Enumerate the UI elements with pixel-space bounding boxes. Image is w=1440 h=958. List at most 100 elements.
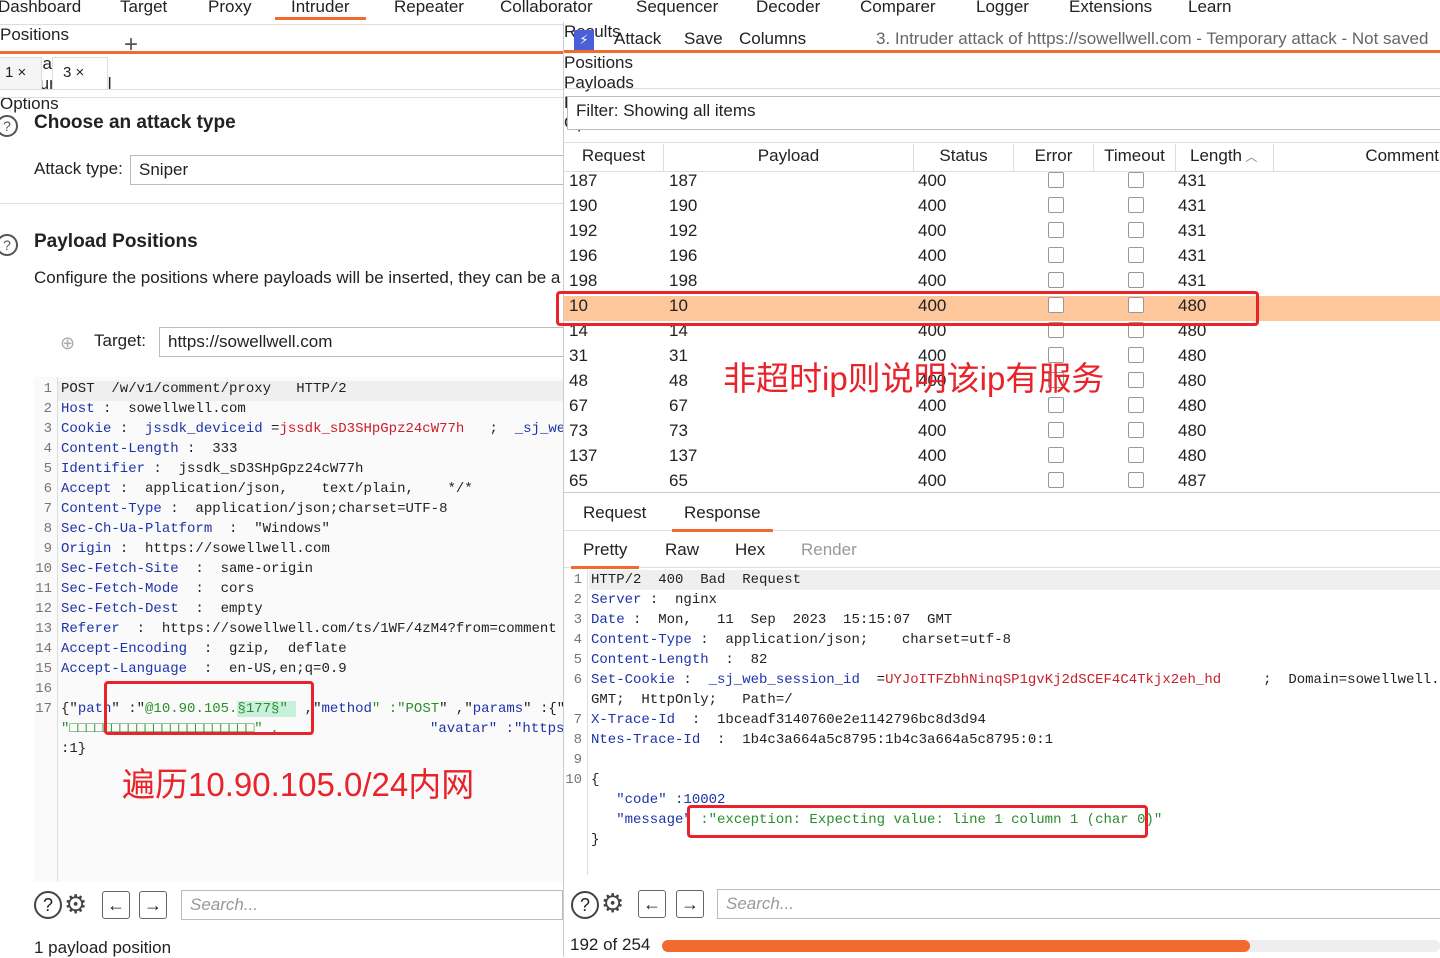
column-header-error[interactable]: Error [1014, 144, 1094, 172]
request-search-input[interactable]: Search... [181, 890, 563, 920]
code-line: Origin : https://sowellwell.com [61, 541, 563, 557]
cell-payload: 196 [669, 246, 698, 265]
nav-extensions[interactable]: Extensions [1069, 0, 1152, 17]
nav-collaborator[interactable]: Collaborator [500, 0, 593, 17]
error-checkbox[interactable] [1048, 172, 1064, 188]
error-checkbox[interactable] [1048, 222, 1064, 238]
table-row[interactable]: 137 137 400 480 [564, 446, 1440, 471]
error-checkbox[interactable] [1048, 197, 1064, 213]
error-checkbox[interactable] [1048, 272, 1064, 288]
tab-positions[interactable]: Positions [0, 25, 563, 54]
code-token: " ," [439, 701, 473, 717]
target-icon: ⊕ [60, 333, 76, 353]
code-token: Content-Length [61, 441, 179, 457]
column-header-timeout[interactable]: Timeout [1094, 144, 1176, 172]
nav-learn[interactable]: Learn [1188, 0, 1231, 17]
column-header-request[interactable]: Request [564, 144, 664, 172]
code-token: method [321, 701, 372, 717]
burp-logo-icon: ⚡ [574, 30, 594, 50]
forward-button[interactable]: → [676, 890, 704, 918]
cell-length: 480 [1178, 371, 1207, 390]
error-checkbox[interactable] [1048, 422, 1064, 438]
nav-intruder[interactable]: Intruder [275, 0, 366, 20]
code-token: : [111, 421, 146, 437]
settings-gear-icon[interactable]: ⚙ [601, 888, 624, 919]
code-token: : nginx [641, 592, 718, 608]
cell-status: 400 [918, 196, 947, 215]
results-tab-positions[interactable]: Positions [564, 53, 1440, 73]
menu-columns[interactable]: Columns [739, 29, 806, 49]
response-search-input[interactable]: Search... [717, 889, 1440, 919]
timeout-checkbox[interactable] [1128, 222, 1144, 238]
menu-attack[interactable]: Attack [614, 29, 661, 49]
timeout-checkbox[interactable] [1128, 422, 1144, 438]
tab-request[interactable]: Request [583, 503, 646, 523]
error-checkbox[interactable] [1048, 247, 1064, 263]
table-row[interactable]: 190 190 400 431 [564, 196, 1440, 221]
nav-dashboard[interactable]: Dashboard [0, 0, 81, 17]
cell-status: 400 [918, 271, 947, 290]
timeout-checkbox[interactable] [1128, 397, 1144, 413]
nav-comparer[interactable]: Comparer [860, 0, 936, 17]
cell-request: 196 [569, 246, 598, 265]
nav-logger[interactable]: Logger [976, 0, 1029, 17]
timeout-checkbox[interactable] [1128, 472, 1144, 488]
tab-response[interactable]: Response [672, 503, 773, 532]
line-number: 3 [573, 612, 582, 628]
attack-type-select[interactable]: Sniper [130, 155, 570, 185]
timeout-checkbox[interactable] [1128, 272, 1144, 288]
forward-button[interactable]: → [139, 891, 167, 919]
help-icon[interactable]: ? [571, 891, 599, 919]
cell-length: 431 [1178, 221, 1207, 240]
view-tab-render[interactable]: Render [801, 540, 857, 560]
timeout-checkbox[interactable] [1128, 347, 1144, 363]
table-row[interactable]: 187 187 400 431 [564, 171, 1440, 196]
menu-save[interactable]: Save [684, 29, 723, 49]
view-tab-pretty[interactable]: Pretty [571, 540, 640, 569]
timeout-checkbox[interactable] [1128, 447, 1144, 463]
view-tab-hex[interactable]: Hex [735, 540, 765, 560]
help-icon[interactable]: ? [0, 115, 18, 137]
back-button[interactable]: ← [102, 891, 130, 919]
table-row[interactable]: 196 196 400 431 [564, 246, 1440, 271]
settings-gear-icon[interactable]: ⚙ [64, 889, 87, 920]
column-header-comment[interactable]: Comment [1274, 144, 1440, 172]
help-icon[interactable]: ? [34, 891, 62, 919]
filter-bar[interactable]: Filter: Showing all items [567, 96, 1440, 130]
column-header-length[interactable]: Length ︿ [1176, 144, 1274, 172]
back-button[interactable]: ← [638, 890, 666, 918]
view-tab-raw[interactable]: Raw [665, 540, 699, 560]
attack-tab-1[interactable]: 1 × [0, 57, 42, 89]
nav-repeater[interactable]: Repeater [394, 0, 464, 17]
nav-target[interactable]: Target [120, 0, 167, 17]
results-tab-payloads[interactable]: Payloads [564, 73, 1440, 93]
nav-sequencer[interactable]: Sequencer [636, 0, 718, 17]
column-header-status[interactable]: Status [914, 144, 1014, 172]
error-checkbox[interactable] [1048, 472, 1064, 488]
target-input[interactable]: https://sowellwell.com [159, 327, 569, 357]
code-line: Content-Length : 333 [61, 441, 563, 457]
timeout-checkbox[interactable] [1128, 247, 1144, 263]
column-header-payload[interactable]: Payload [664, 144, 914, 172]
table-row[interactable]: 192 192 400 431 [564, 221, 1440, 246]
cell-payload: 73 [669, 421, 688, 440]
code-line: Sec-Ch-Ua-Platform : "Windows" [61, 521, 563, 537]
code-line: Sec-Fetch-Site : same-origin [61, 561, 563, 577]
timeout-checkbox[interactable] [1128, 197, 1144, 213]
code-token: params [472, 701, 524, 717]
nav-decoder[interactable]: Decoder [756, 0, 820, 17]
attack-tab-3[interactable]: 3 × [52, 57, 108, 89]
help-icon[interactable]: ? [0, 234, 18, 256]
table-row[interactable]: 73 73 400 480 [564, 421, 1440, 446]
error-checkbox[interactable] [1048, 447, 1064, 463]
line-number: 6 [43, 481, 52, 497]
add-tab-button[interactable]: + [124, 31, 138, 59]
code-token: UYJoITFZbhNinqSP1gvKj2dSCEF4C4Tkjx2eh_hd [885, 672, 1222, 688]
timeout-checkbox[interactable] [1128, 372, 1144, 388]
sort-ascending-icon: ︿ [1242, 150, 1258, 164]
line-number: 16 [35, 681, 52, 697]
nav-proxy[interactable]: Proxy [208, 0, 251, 17]
cell-payload: 192 [669, 221, 698, 240]
code-token: Host [61, 401, 95, 417]
timeout-checkbox[interactable] [1128, 172, 1144, 188]
